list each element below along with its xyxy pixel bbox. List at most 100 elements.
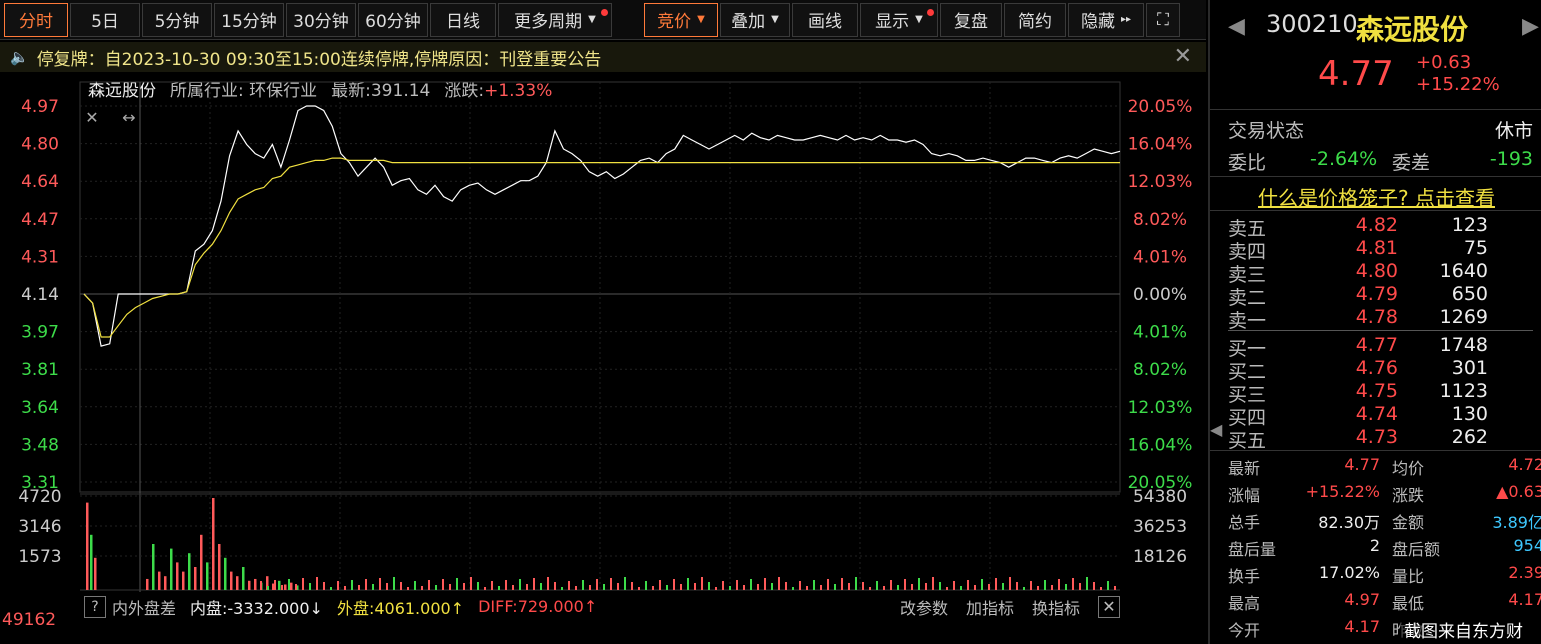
volume-bar: [316, 577, 318, 590]
stat-cell: 均价 4.72: [1392, 455, 1541, 481]
chevron-down-icon: ▼: [915, 14, 923, 25]
volume-bar: [512, 585, 514, 590]
intraday-chart[interactable]: 4.97 20.05% 4.80 16.04% 4.64 12.03% 4.47 8.02% 4…: [0, 72, 1206, 592]
level-volume: 301: [1451, 357, 1488, 379]
help-button[interactable]: ?: [84, 595, 106, 618]
volume-bar: [248, 580, 251, 590]
order-book-row[interactable]: 卖五 4.82 123: [1228, 214, 1518, 240]
stat-cell: 金额 3.89亿: [1392, 509, 1541, 535]
stat-cell: 量比 2.39: [1392, 563, 1541, 589]
next-stock-icon[interactable]: ▶: [1522, 14, 1539, 39]
volume-tick-label: 36253: [1133, 517, 1187, 537]
volume-bar: [230, 571, 233, 590]
stat-value: +15.22%: [1305, 482, 1380, 501]
period-toolbar: 分时 5日 5分钟 15分钟 30分钟 60分钟 日线 更多周期 ▼ 竞价 ▼ 叠加 ▼ 画线 显示 ▼ 复盘简…: [0, 0, 1206, 40]
change-params-button[interactable]: 改参数: [900, 595, 948, 619]
chevron-down-icon: ▼: [588, 14, 596, 25]
volume-bar: [393, 577, 395, 590]
volume-bar: [701, 577, 703, 590]
order-book-row[interactable]: 卖三 4.80 1640: [1228, 260, 1518, 286]
volume-bar: [862, 582, 864, 590]
toolbar-button-8[interactable]: 竞价 ▼: [644, 2, 718, 37]
volume-bar: [428, 580, 430, 590]
volume-bar: [267, 586, 269, 590]
toolbar-button-2[interactable]: 5分钟: [142, 2, 212, 37]
close-indicator-button[interactable]: ✕: [1098, 595, 1120, 618]
collapse-arrow-icon[interactable]: ◀: [1210, 420, 1222, 439]
toolbar-button-6[interactable]: 日线: [430, 2, 496, 37]
volume-bar: [224, 557, 227, 590]
volume-bar: [666, 585, 668, 590]
volume-bar: [302, 578, 304, 590]
volume-bar: [680, 584, 682, 590]
level-label: 卖四: [1228, 241, 1267, 263]
add-indicator-button[interactable]: 加指标: [966, 595, 1014, 619]
order-book-row[interactable]: 买四 4.74 130: [1228, 403, 1518, 429]
level-price: 4.76: [1355, 357, 1398, 379]
order-book-row[interactable]: 买一 4.77 1748: [1228, 334, 1518, 360]
weibi-label: 委比: [1228, 152, 1267, 174]
close-icon[interactable]: ✕: [1174, 44, 1192, 69]
stat-value: 4.97: [1344, 590, 1380, 609]
prev-stock-icon[interactable]: ◀: [1228, 14, 1245, 39]
volume-bar: [1044, 580, 1046, 590]
toolbar-button-11[interactable]: 显示 ▼: [860, 2, 938, 37]
volume-bar: [212, 498, 215, 590]
stat-label: 涨幅: [1228, 486, 1261, 505]
stock-code: 300210: [1266, 10, 1358, 38]
volume-bar: [435, 585, 437, 590]
switch-indicator-button[interactable]: 换指标: [1032, 595, 1080, 619]
stat-value: 2: [1369, 536, 1380, 555]
toolbar-button-5[interactable]: 60分钟: [358, 2, 428, 37]
toolbar-button-14[interactable]: 隐藏 ▸▸: [1068, 2, 1144, 37]
toolbar-button-12[interactable]: 复盘: [940, 2, 1002, 37]
volume-bar: [764, 578, 766, 590]
volume-bar: [379, 578, 381, 590]
volume-bar: [400, 582, 402, 590]
stat-value: 2.39: [1508, 563, 1541, 582]
stat-cell: 最低 4.17: [1392, 590, 1541, 616]
volume-bar: [206, 562, 209, 590]
toolbar-button-3[interactable]: 15分钟: [214, 2, 284, 37]
volume-bar: [855, 577, 857, 590]
order-book-row[interactable]: 买三 4.75 1123: [1228, 380, 1518, 406]
indicator-name[interactable]: 内外盘差: [112, 595, 176, 619]
volume-bar: [533, 578, 535, 590]
toolbar-button-7[interactable]: 更多周期 ▼: [498, 2, 612, 37]
order-book-row[interactable]: 卖一 4.78 1269: [1228, 306, 1518, 332]
expand-icon[interactable]: ⛶: [1146, 2, 1180, 37]
toolbar-button-13[interactable]: 简约: [1004, 2, 1066, 37]
volume-bar: [869, 587, 871, 590]
price-cage-link[interactable]: 什么是价格笼子? 点击查看: [1210, 182, 1541, 211]
order-book-row[interactable]: 买二 4.76 301: [1228, 357, 1518, 383]
toolbar-button-9[interactable]: 叠加 ▼: [720, 2, 790, 37]
level-label: 买四: [1228, 407, 1267, 429]
toolbar-button-0[interactable]: 分时: [4, 2, 68, 37]
volume-bar: [295, 584, 297, 590]
volume-bar: [242, 567, 245, 590]
volume-bar: [673, 579, 675, 590]
level-label: 买一: [1228, 338, 1267, 360]
volume-tick-label: 18126: [1133, 547, 1187, 567]
divider: [1210, 450, 1541, 451]
toolbar-button-4[interactable]: 30分钟: [286, 2, 356, 37]
stat-cell: 今开 4.17: [1228, 617, 1380, 643]
toolbar-button-1[interactable]: 5日: [70, 2, 140, 37]
volume-bar: [1086, 577, 1088, 590]
volume-bar: [799, 581, 801, 590]
volume-bar: [1030, 581, 1032, 590]
order-book-row[interactable]: 卖二 4.79 650: [1228, 283, 1518, 309]
resize-icon: ↔: [122, 108, 135, 127]
stat-label: 量比: [1392, 567, 1425, 586]
stat-cell: 最新 4.77: [1228, 455, 1380, 481]
volume-bar: [575, 586, 577, 590]
order-book-row[interactable]: 卖四 4.81 75: [1228, 237, 1518, 263]
volume-bar: [351, 580, 353, 590]
outer-volume: 外盘:4061.000↑: [336, 598, 465, 618]
order-book-row[interactable]: 买五 4.73 262: [1228, 426, 1518, 452]
volume-bar: [757, 584, 759, 590]
price-tick-label: 4.80: [21, 135, 59, 155]
volume-bar: [708, 582, 710, 590]
volume-bar: [1107, 581, 1109, 590]
toolbar-button-10[interactable]: 画线: [792, 2, 858, 37]
